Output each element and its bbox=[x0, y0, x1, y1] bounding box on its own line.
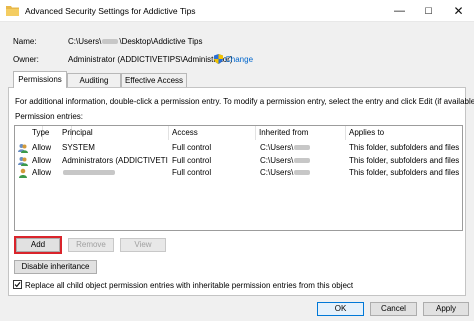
disable-inheritance-button[interactable]: Disable inheritance bbox=[14, 260, 97, 274]
column-header-access[interactable]: Access bbox=[169, 126, 256, 140]
row-type: Allow bbox=[32, 168, 52, 177]
redacted-principal bbox=[63, 170, 115, 176]
name-value-prefix: C:\Users\ bbox=[68, 37, 102, 46]
redacted-username bbox=[102, 39, 119, 45]
row-access: Full control bbox=[172, 156, 212, 165]
column-header-applies-to[interactable]: Applies to bbox=[346, 126, 462, 140]
replace-child-permissions-checkbox[interactable] bbox=[13, 280, 22, 289]
apply-button[interactable]: Apply bbox=[423, 302, 469, 316]
user-icon bbox=[19, 168, 27, 178]
minimize-button[interactable]: — bbox=[385, 0, 414, 22]
maximize-button[interactable]: ☐ bbox=[414, 0, 443, 22]
owner-label: Owner: bbox=[13, 55, 39, 64]
users-icon bbox=[18, 144, 28, 153]
row-inherited-from: C:\Users\ bbox=[260, 155, 311, 167]
name-value-suffix: \Desktop\Addictive Tips bbox=[119, 37, 203, 46]
users-icon bbox=[18, 157, 28, 166]
owner-value: Administrator (ADDICTIVETIPS\Administrat… bbox=[68, 55, 233, 64]
name-label: Name: bbox=[13, 37, 37, 46]
info-text: For additional information, double-click… bbox=[15, 97, 474, 106]
row-inherited-from-text: C:\Users\ bbox=[260, 156, 294, 165]
permission-row[interactable]: Allow Administrators (ADDICTIVETIPS\Ad..… bbox=[15, 155, 462, 167]
folder-icon bbox=[6, 6, 19, 16]
row-applies-to: This folder, subfolders and files bbox=[349, 143, 460, 152]
tab-auditing[interactable]: Auditing bbox=[67, 73, 121, 87]
replace-child-permissions-label: Replace all child object permission entr… bbox=[25, 281, 354, 290]
redacted-username bbox=[294, 145, 311, 151]
redacted-username bbox=[294, 158, 311, 164]
row-access: Full control bbox=[172, 143, 212, 152]
row-inherited-from-text: C:\Users\ bbox=[260, 143, 294, 152]
permission-entries-label: Permission entries: bbox=[15, 112, 84, 121]
row-inherited-from: C:\Users\ bbox=[260, 167, 311, 179]
ok-button[interactable]: OK bbox=[317, 302, 364, 316]
row-applies-to: This folder, subfolders and files bbox=[349, 156, 460, 165]
remove-button[interactable]: Remove bbox=[68, 238, 114, 252]
checkmark-icon bbox=[14, 282, 21, 288]
row-type: Allow bbox=[32, 156, 52, 165]
close-button[interactable]: ✕ bbox=[443, 0, 474, 22]
tab-permissions[interactable]: Permissions bbox=[13, 71, 67, 88]
permission-row[interactable]: Allow Full control C:\Users\ This folder… bbox=[15, 167, 462, 179]
row-inherited-from-text: C:\Users\ bbox=[260, 168, 294, 177]
permission-row[interactable]: Allow SYSTEM Full control C:\Users\ This… bbox=[15, 142, 462, 154]
add-button[interactable]: Add bbox=[16, 238, 60, 252]
row-applies-to: This folder, subfolders and files bbox=[349, 168, 460, 177]
row-principal: SYSTEM bbox=[62, 143, 95, 152]
cancel-button[interactable]: Cancel bbox=[370, 302, 417, 316]
tab-effective-access[interactable]: Effective Access bbox=[121, 73, 187, 87]
view-button[interactable]: View bbox=[120, 238, 166, 252]
permission-entries-list[interactable]: Type Principal Access Inherited from App… bbox=[14, 125, 463, 231]
row-inherited-from: C:\Users\ bbox=[260, 142, 311, 154]
name-value: C:\Users\ \Desktop\Addictive Tips bbox=[68, 37, 203, 46]
row-principal: Administrators (ADDICTIVETIPS\Ad... bbox=[62, 156, 168, 165]
window-title: Advanced Security Settings for Addictive… bbox=[25, 6, 196, 16]
uac-shield-icon bbox=[214, 54, 223, 64]
column-header-principal[interactable]: Principal bbox=[59, 126, 169, 140]
column-header-inherited-from[interactable]: Inherited from bbox=[256, 126, 346, 140]
row-access: Full control bbox=[172, 168, 212, 177]
row-principal bbox=[62, 167, 166, 179]
title-bar: Advanced Security Settings for Addictive… bbox=[0, 0, 474, 22]
redacted-username bbox=[294, 170, 311, 176]
row-type: Allow bbox=[32, 143, 52, 152]
owner-change-link[interactable]: Change bbox=[225, 55, 253, 64]
